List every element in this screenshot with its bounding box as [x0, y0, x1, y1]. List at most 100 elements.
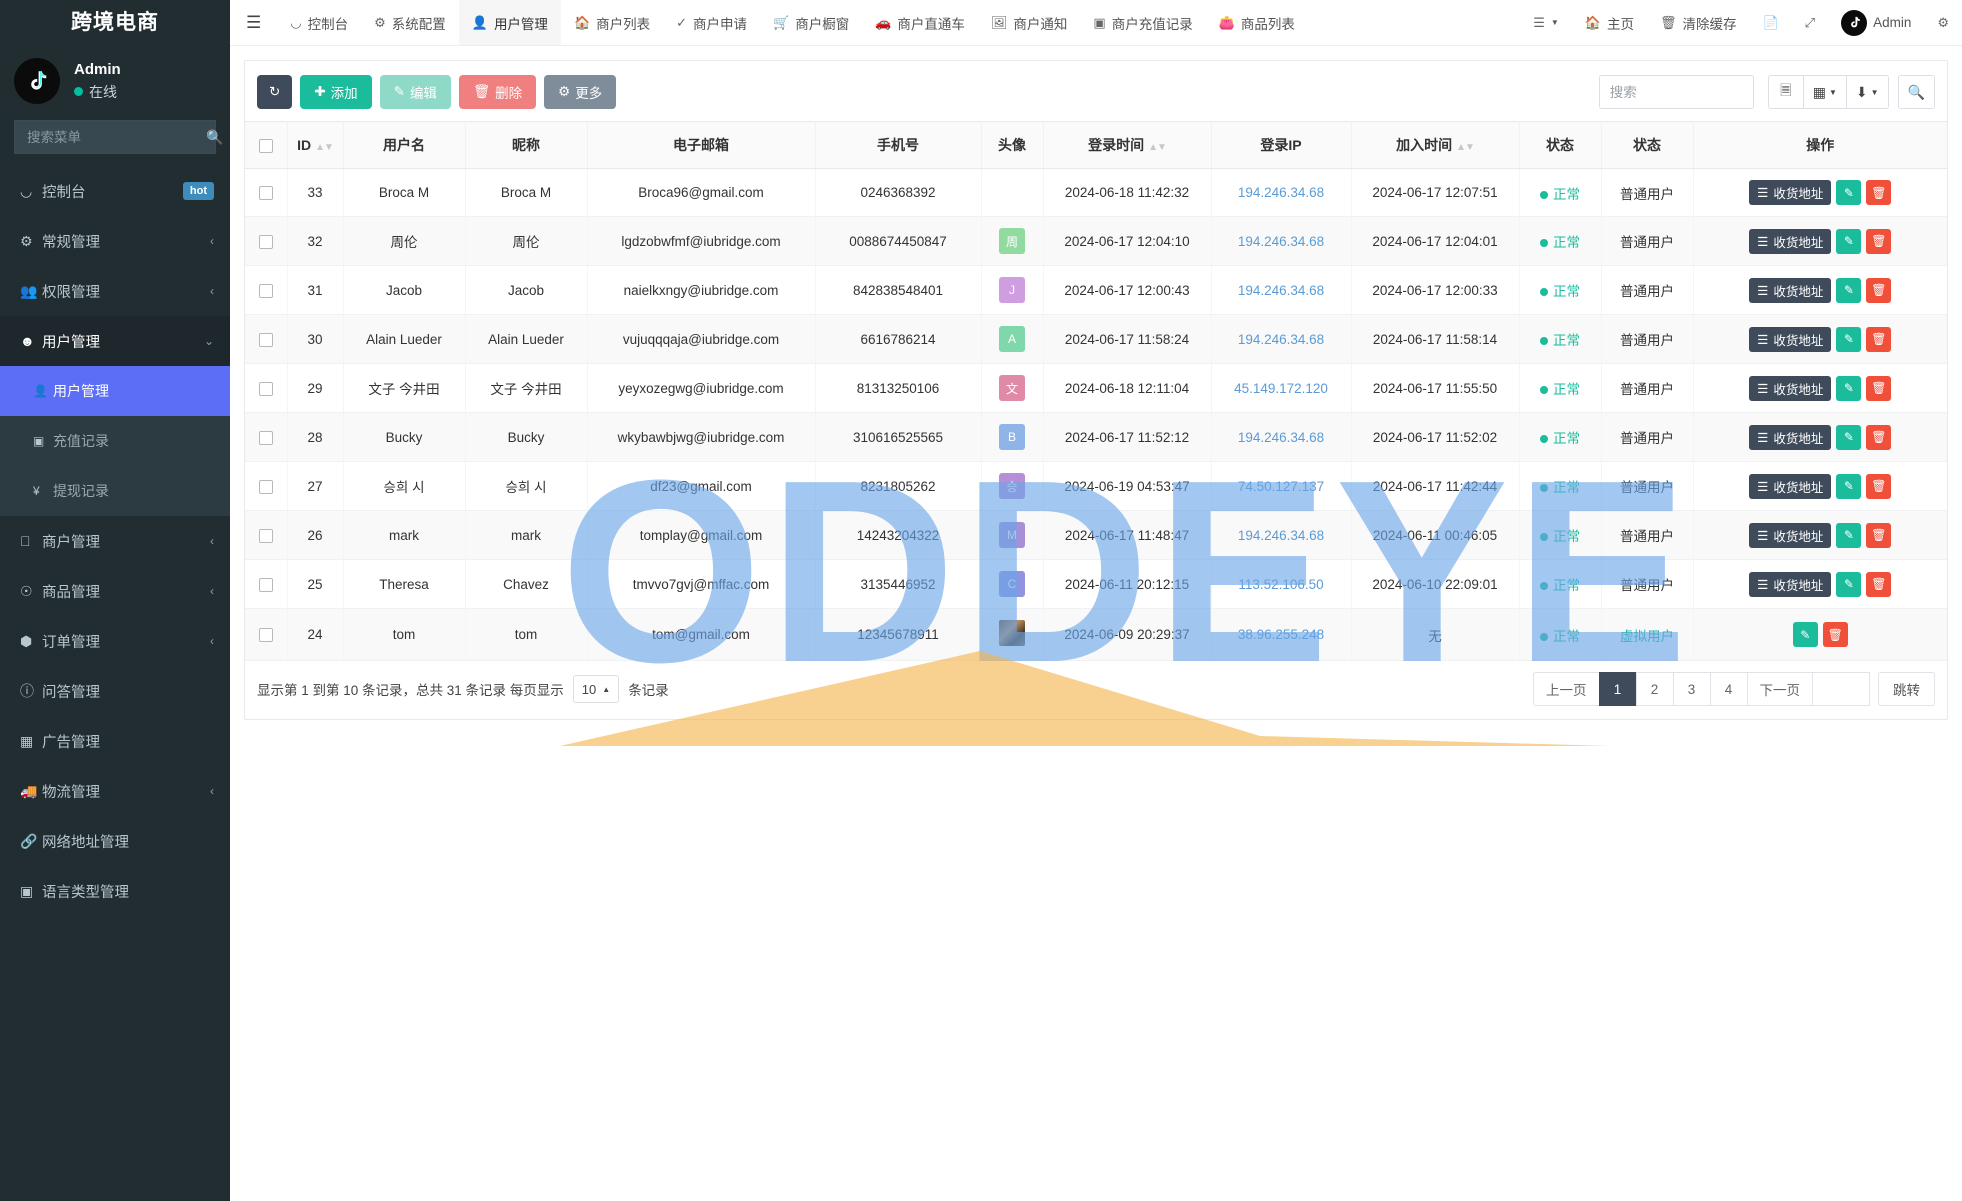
- address-button[interactable]: ☰ 收货地址: [1749, 424, 1832, 450]
- sidebar-item-general[interactable]: ⚙ 常规管理 ‹: [0, 216, 230, 266]
- row-checkbox[interactable]: [258, 234, 273, 249]
- table-row[interactable]: 29 文子 今井田 文子 今井田 yeyxozegwg@iubridge.com 813…: [245, 363, 1947, 413]
- row-select-cell[interactable]: [245, 168, 288, 217]
- address-button[interactable]: ☰ 收货地址: [1749, 473, 1832, 499]
- row-select-cell[interactable]: [245, 363, 288, 413]
- delete-row-button[interactable]: 🗑: [1866, 473, 1892, 499]
- row-select-cell[interactable]: [245, 510, 288, 560]
- row-select-cell[interactable]: [245, 608, 288, 661]
- cell-login-ip[interactable]: 194.246.34.68: [1211, 168, 1352, 217]
- tab-system-config[interactable]: ⚙ 系统配置: [361, 0, 459, 45]
- delete-row-button[interactable]: 🗑: [1866, 375, 1892, 401]
- tab-user-management[interactable]: 👤 用户管理: [458, 0, 561, 45]
- topbar-copy-button[interactable]: 📄: [1749, 0, 1791, 45]
- pagination-page-1[interactable]: 1: [1598, 672, 1637, 706]
- cell-login-ip[interactable]: 194.246.34.68: [1211, 265, 1352, 315]
- ip-link[interactable]: 194.246.34.68: [1238, 283, 1324, 298]
- delete-row-button[interactable]: 🗑: [1822, 622, 1848, 647]
- row-checkbox[interactable]: [258, 628, 273, 643]
- ip-link[interactable]: 45.149.172.120: [1234, 381, 1328, 396]
- search-icon[interactable]: 🔍: [1897, 75, 1935, 109]
- row-select-cell[interactable]: [245, 216, 288, 266]
- edit-row-button[interactable]: ✎: [1836, 180, 1862, 205]
- cell-login-ip[interactable]: 74.50.127.137: [1211, 461, 1352, 511]
- edit-button[interactable]: ✎ 编辑: [379, 75, 451, 109]
- col-id[interactable]: ID ▲▼: [287, 121, 344, 169]
- list-alt-icon[interactable]: 🗏: [1767, 75, 1804, 109]
- row-checkbox[interactable]: [258, 577, 273, 592]
- menu-search[interactable]: 🔍: [14, 120, 223, 154]
- address-button[interactable]: ☰ 收货地址: [1749, 326, 1832, 352]
- delete-row-button[interactable]: 🗑: [1866, 180, 1892, 205]
- export-icon[interactable]: ⬇ ▼: [1845, 75, 1889, 109]
- page-size-select[interactable]: 10 ▲: [572, 675, 620, 703]
- table-row[interactable]: 32 周伦 周伦 lgdzobwfmf@iubridge.com 00886744508…: [245, 216, 1947, 266]
- delete-button[interactable]: 🗑 删除: [458, 75, 537, 109]
- table-row[interactable]: 26 mark mark tomplay@gmail.com 14243204322 M 2…: [245, 510, 1947, 560]
- cell-login-ip[interactable]: 194.246.34.68: [1211, 216, 1352, 266]
- delete-row-button[interactable]: 🗑: [1866, 326, 1892, 352]
- row-checkbox[interactable]: [258, 479, 273, 494]
- row-select-cell[interactable]: [245, 265, 288, 315]
- cell-login-ip[interactable]: 38.96.255.248: [1211, 608, 1352, 661]
- ip-link[interactable]: 113.52.106.50: [1238, 577, 1323, 592]
- sidebar-item-ads[interactable]: ▦ 广告管理: [0, 716, 230, 766]
- delete-row-button[interactable]: 🗑: [1866, 522, 1892, 548]
- tab-merchant-express[interactable]: 🚗 商户直通车: [862, 0, 978, 45]
- search-input[interactable]: [1598, 75, 1754, 109]
- pagination-page-2[interactable]: 2: [1635, 672, 1674, 706]
- topbar-clear-cache-button[interactable]: 🗑 清除缓存: [1647, 0, 1750, 45]
- ip-link[interactable]: 194.246.34.68: [1238, 430, 1324, 445]
- pagination-next[interactable]: 下一页: [1746, 672, 1813, 706]
- edit-row-button[interactable]: ✎: [1836, 375, 1862, 401]
- tab-product-list[interactable]: 👛 商品列表: [1206, 0, 1308, 45]
- sidebar-item-users[interactable]: 👤 用户管理: [0, 366, 230, 416]
- cell-login-ip[interactable]: 194.246.34.68: [1211, 510, 1352, 560]
- tab-merchant-recharge[interactable]: ▣ 商户充值记录: [1080, 0, 1205, 45]
- select-all-checkbox[interactable]: [258, 139, 273, 154]
- more-button[interactable]: ⚙ 更多: [544, 75, 617, 109]
- cell-login-ip[interactable]: 45.149.172.120: [1211, 363, 1352, 413]
- ip-link[interactable]: 194.246.34.68: [1238, 234, 1324, 249]
- table-row[interactable]: 25 Theresa Chavez tmvvo7gvj@mffac.com 313544…: [245, 559, 1947, 609]
- edit-row-button[interactable]: ✎: [1836, 571, 1862, 597]
- topbar-home-button[interactable]: 🏠 主页: [1572, 0, 1647, 45]
- row-select-cell[interactable]: [245, 559, 288, 609]
- sidebar-item-language[interactable]: ▣ 语言类型管理: [0, 866, 230, 916]
- ip-link[interactable]: 194.246.34.68: [1238, 528, 1324, 543]
- ip-link[interactable]: 74.50.127.137: [1238, 479, 1324, 494]
- tab-merchant-apply[interactable]: ✓ 商户申请: [663, 0, 760, 45]
- address-button[interactable]: ☰ 收货地址: [1749, 228, 1832, 254]
- pagination-jump-input[interactable]: [1812, 672, 1870, 706]
- tab-dashboard[interactable]: ◡ 控制台: [277, 0, 361, 45]
- address-button[interactable]: ☰ 收货地址: [1749, 522, 1832, 548]
- sidebar-item-recharge-records[interactable]: ▣ 充值记录: [0, 416, 230, 466]
- row-checkbox[interactable]: [258, 430, 273, 445]
- edit-row-button[interactable]: ✎: [1792, 622, 1818, 647]
- edit-row-button[interactable]: ✎: [1836, 522, 1862, 548]
- address-button[interactable]: ☰ 收货地址: [1749, 277, 1832, 303]
- delete-row-button[interactable]: 🗑: [1866, 277, 1892, 303]
- topbar-account[interactable]: Admin: [1828, 0, 1924, 45]
- table-row[interactable]: 33 Broca M Broca M Broca96@gmail.com 0246368…: [245, 168, 1947, 217]
- cell-login-ip[interactable]: 113.52.106.50: [1211, 559, 1352, 609]
- sidebar-item-qa[interactable]: ⓘ 问答管理: [0, 666, 230, 716]
- delete-row-button[interactable]: 🗑: [1866, 571, 1892, 597]
- row-select-cell[interactable]: [245, 412, 288, 462]
- pagination-jump-button[interactable]: 跳转: [1878, 672, 1935, 706]
- topbar-menu-dropdown[interactable]: ☰ ▼: [1520, 0, 1572, 45]
- edit-row-button[interactable]: ✎: [1836, 424, 1862, 450]
- sidebar-item-product[interactable]: ☉ 商品管理 ‹: [0, 566, 230, 616]
- sidebar-item-logistics[interactable]: 🚚 物流管理 ‹: [0, 766, 230, 816]
- table-row[interactable]: 28 Bucky Bucky wkybawbjwg@iubridge.com 31061…: [245, 412, 1947, 462]
- address-button[interactable]: ☰ 收货地址: [1749, 180, 1832, 205]
- cell-login-ip[interactable]: 194.246.34.68: [1211, 314, 1352, 364]
- address-button[interactable]: ☰ 收货地址: [1749, 375, 1832, 401]
- tab-merchant-showcase[interactable]: 🛒 商户橱窗: [760, 0, 862, 45]
- cell-login-ip[interactable]: 194.246.34.68: [1211, 412, 1352, 462]
- row-checkbox[interactable]: [258, 528, 273, 543]
- table-row[interactable]: 31 Jacob Jacob naielkxngy@iubridge.com 84283…: [245, 265, 1947, 315]
- sidebar-item-dashboard[interactable]: ◡ 控制台 hot: [0, 166, 230, 216]
- row-select-cell[interactable]: [245, 314, 288, 364]
- col-join-time[interactable]: 加入时间 ▲▼: [1351, 121, 1520, 169]
